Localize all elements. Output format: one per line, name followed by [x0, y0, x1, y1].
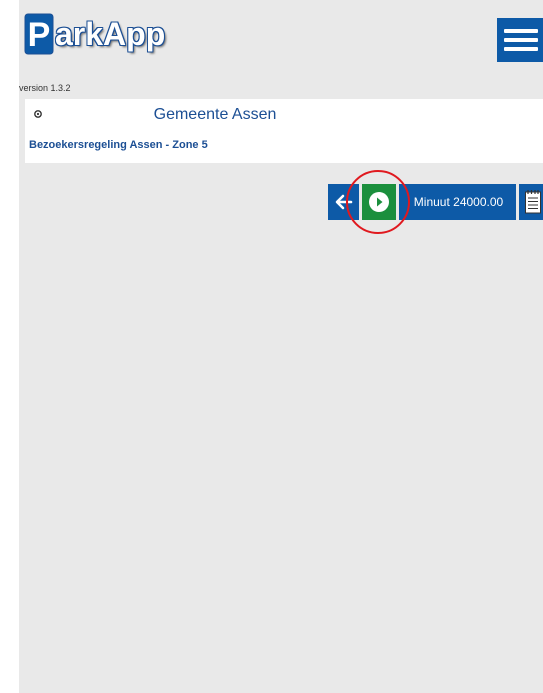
notes-button[interactable] [519, 184, 543, 220]
hamburger-menu-icon [504, 29, 538, 33]
parking-controls: Minuut 24000.00 [328, 184, 543, 220]
minute-rate-button[interactable]: Minuut 24000.00 [399, 184, 516, 220]
back-button[interactable] [328, 184, 359, 220]
logo-text: arkApp [55, 16, 166, 52]
regulation-label: Bezoekersregeling Assen - Zone 5 [29, 139, 208, 151]
parkapp-logo: P arkApp [24, 9, 165, 59]
version-label: version 1.3.2 [19, 83, 71, 93]
play-circle-icon [369, 192, 389, 212]
notepad-icon [525, 190, 541, 214]
start-parking-button[interactable] [362, 184, 396, 220]
menu-button[interactable] [497, 18, 543, 62]
logo-p-mark: P [24, 13, 54, 55]
arrow-left-icon [335, 194, 352, 210]
app-viewport: P arkApp version 1.3.2 Gemeente Assen Be… [19, 0, 543, 693]
logo-letter: P [28, 16, 51, 54]
municipality-title: Gemeente Assen [153, 106, 277, 123]
location-panel: Gemeente Assen Bezoekersregeling Assen -… [25, 99, 543, 163]
